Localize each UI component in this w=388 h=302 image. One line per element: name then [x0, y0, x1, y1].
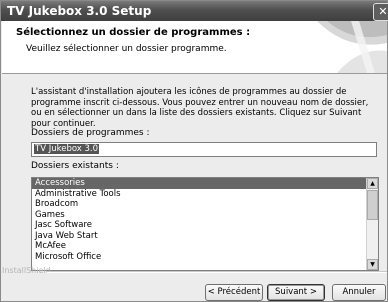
header-subtitle: Veuillez sélectionner un dossier program… [26, 44, 227, 54]
folder-items: Accessories Administrative Tools Broadcom G… [32, 178, 366, 262]
window-title: TV Jukebox 3.0 Setup [7, 4, 152, 18]
folder-list-item[interactable]: Broadcom [32, 199, 366, 210]
list-scrollbar[interactable]: ▲ ▼ [366, 178, 378, 270]
instructions-text: L'assistant d'installation ajoutera les … [31, 87, 369, 129]
program-folder-value: TV Jukebox 3.0 [34, 144, 100, 154]
folder-list-item[interactable]: Java Web Start [32, 231, 366, 242]
folder-list-item[interactable]: Jasc Software [32, 220, 366, 231]
existing-folders-list[interactable]: Accessories Administrative Tools Broadcom G… [31, 177, 379, 271]
wizard-header: Sélectionnez un dossier de programmes : … [2, 21, 387, 74]
program-folder-input[interactable]: TV Jukebox 3.0 [31, 142, 377, 157]
scroll-down-arrow-icon[interactable]: ▼ [367, 259, 378, 270]
setup-window: TV Jukebox 3.0 Setup ✕ Sélectionnez un d… [0, 0, 388, 302]
installshield-brand: InstallShield [2, 266, 51, 275]
scroll-thumb[interactable] [367, 190, 378, 220]
header-title: Sélectionnez un dossier de programmes : [16, 27, 251, 38]
title-bar: TV Jukebox 3.0 Setup ✕ [1, 1, 388, 21]
folder-list-item[interactable]: Games [32, 210, 366, 221]
folder-list-item[interactable]: McAfee [32, 241, 366, 252]
close-icon[interactable]: ✕ [373, 3, 388, 21]
folder-list-item[interactable]: Microsoft Office [32, 252, 366, 263]
next-button[interactable]: Suivant > [267, 284, 325, 301]
back-button[interactable]: < Précédent [205, 284, 263, 301]
folder-list-item[interactable]: Accessories [32, 178, 366, 189]
scroll-up-arrow-icon[interactable]: ▲ [367, 178, 378, 189]
folder-list-item[interactable]: Administrative Tools [32, 189, 366, 200]
brand-divider [47, 271, 387, 273]
cancel-button[interactable]: Annuler [332, 284, 386, 301]
program-folder-label: Dossiers de programmes : [31, 128, 150, 138]
header-swoosh-graphic [317, 21, 387, 73]
existing-folders-label: Dossiers existants : [31, 161, 119, 171]
